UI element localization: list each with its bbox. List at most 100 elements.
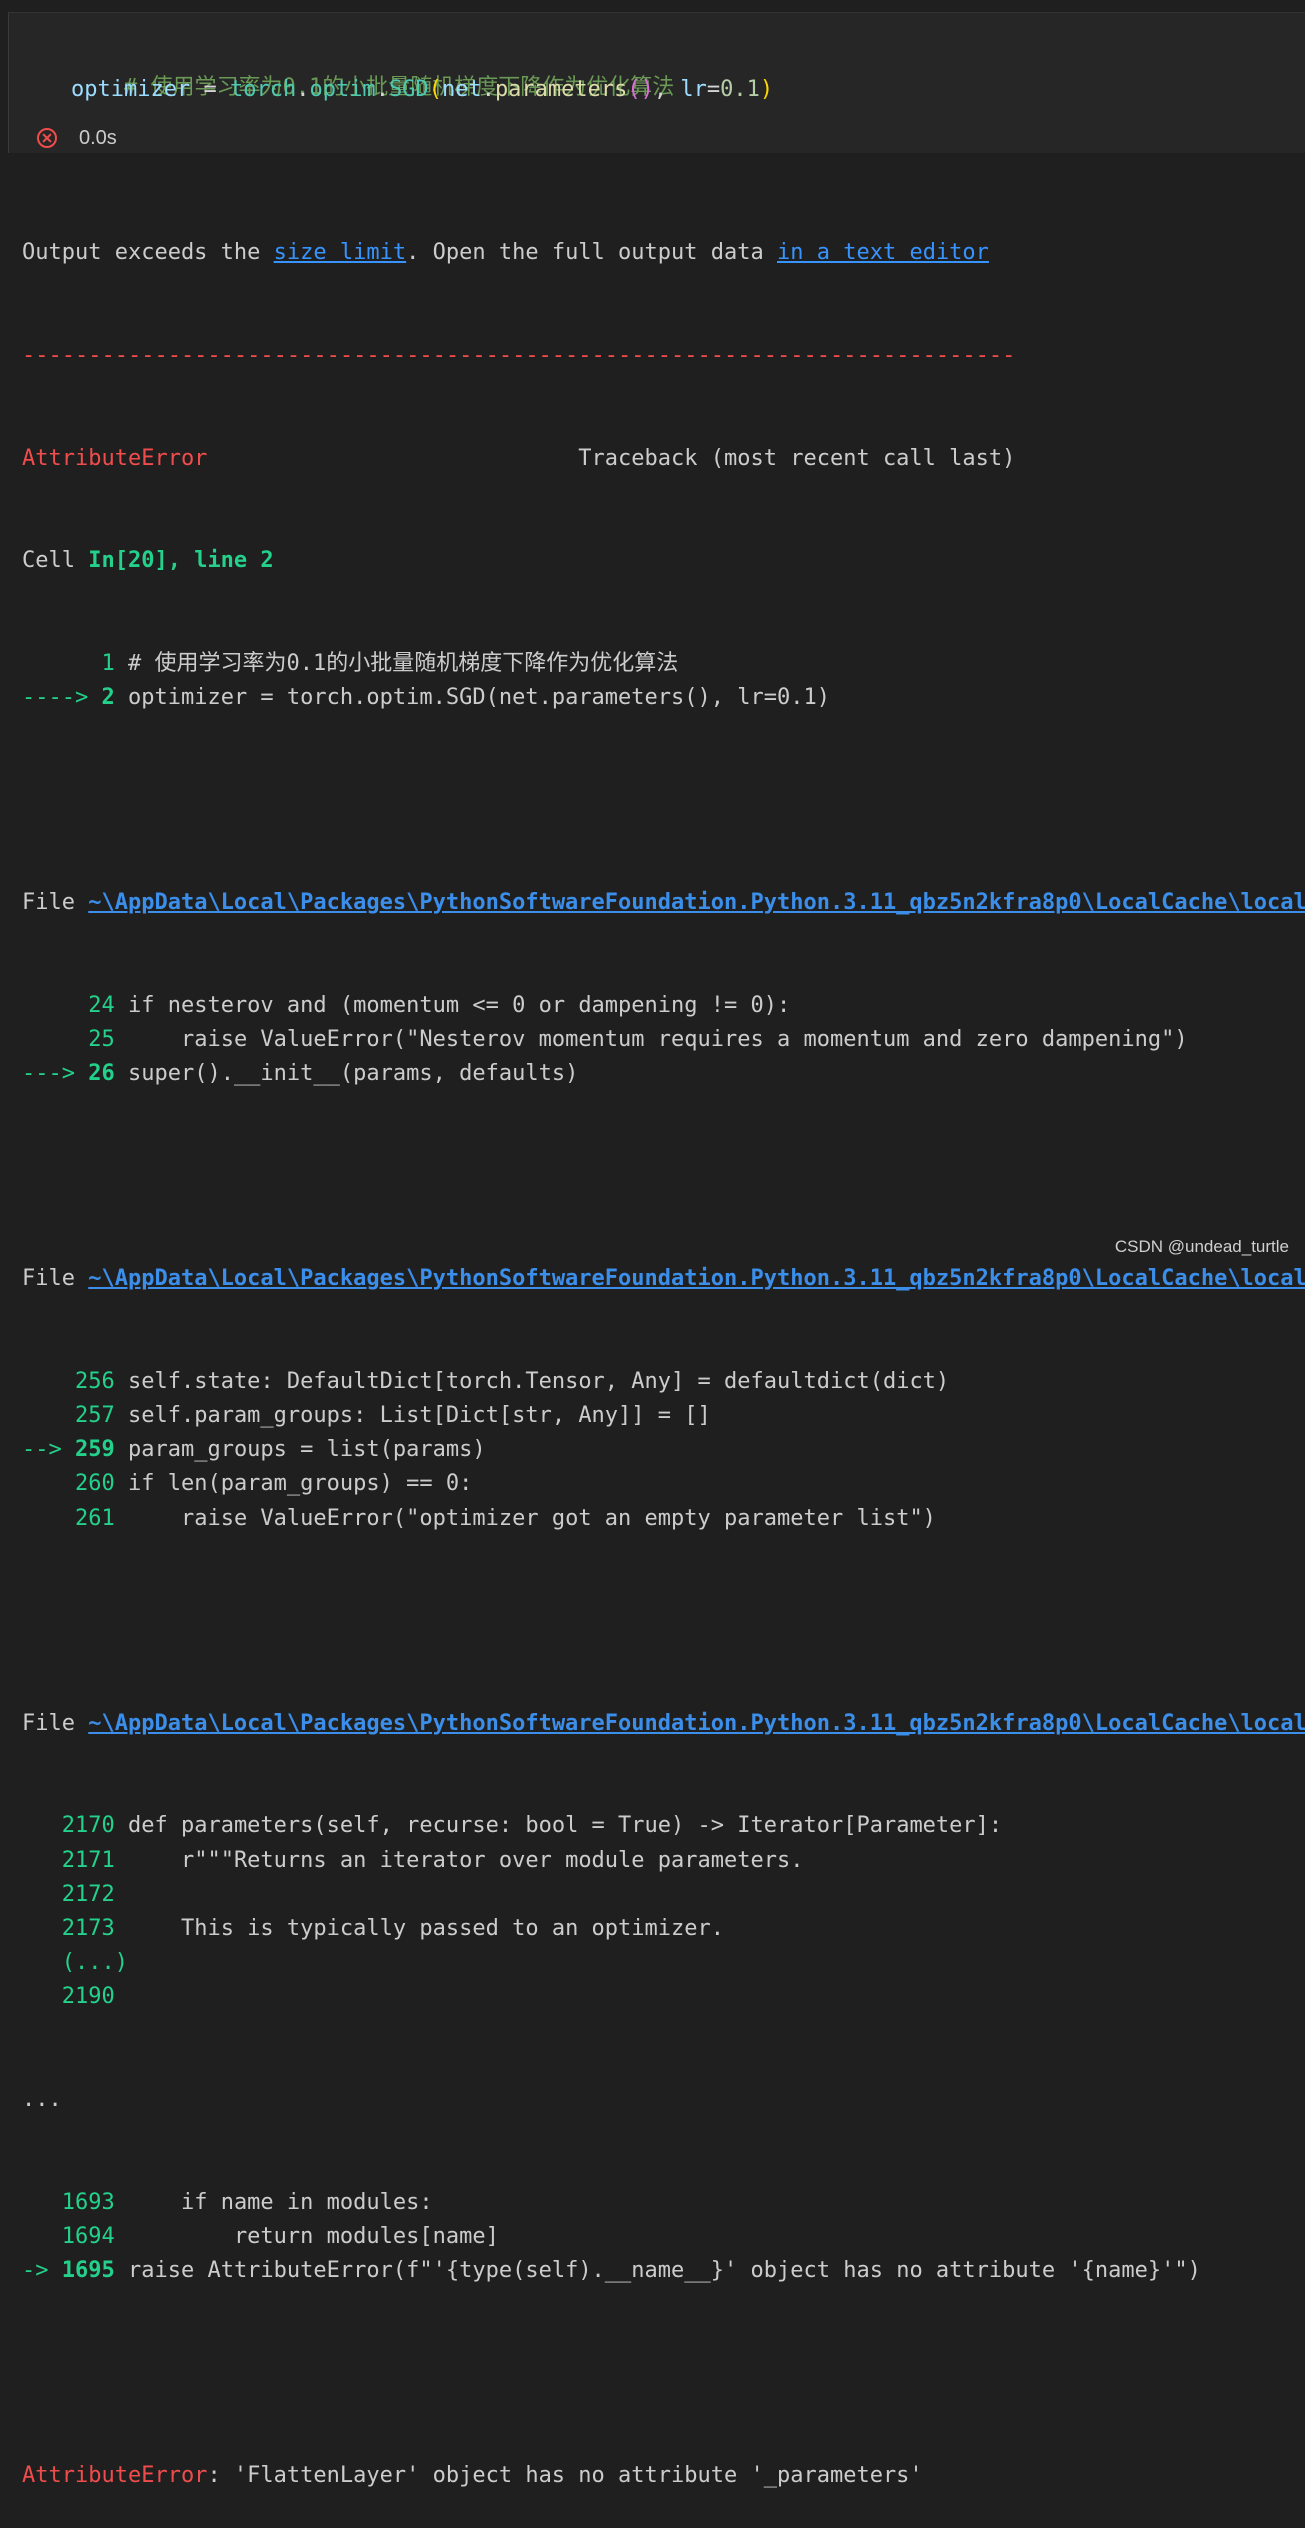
traceback-line: --> 259 param_groups = list(params) (22, 1433, 1305, 1467)
traceback-line: 25 raise ValueError("Nesterov momentum r… (22, 1023, 1305, 1057)
file-prefix: File (22, 890, 89, 916)
cell-status-row: 0.0s (37, 121, 117, 155)
error-circle-icon[interactable] (37, 128, 57, 148)
code-token-kw: lr (680, 77, 707, 102)
output-size-notice: Output exceeds the size limit. Open the … (22, 236, 1305, 270)
traceback-line: 2172 (22, 1878, 1305, 1912)
code-token-obj: net (441, 77, 482, 102)
traceback-code: raise AttributeError(f"'{type(self).__na… (114, 2257, 1201, 2283)
traceback-line: 256 self.state: DefaultDict[torch.Tensor… (22, 1365, 1305, 1399)
file-path-link[interactable]: ~\AppData\Local\Packages\PythonSoftwareF… (88, 1711, 1305, 1736)
notice-mid: . Open the full output data (406, 240, 777, 266)
traceback-line-number: 2172 (61, 1881, 115, 1907)
traceback-line-number: 1694 (61, 2223, 115, 2249)
traceback-code: raise ValueError("Nesterov momentum requ… (114, 1026, 1188, 1052)
traceback-block-1: 1 # 使用学习率为0.1的小批量随机梯度下降作为优化算法 ----> 2 opt… (22, 647, 1305, 715)
code-line-2[interactable]: optimizer = torch.optim.SGD(net.paramete… (71, 73, 773, 107)
traceback-marker (22, 1403, 75, 1428)
traceback-line-number: 2170 (61, 1813, 115, 1839)
traceback-line: 1693 if name in modules: (22, 2186, 1305, 2220)
traceback-marker (22, 1950, 62, 1975)
traceback-marker (22, 1369, 75, 1394)
traceback-code: super().__init__(params, defaults) (114, 1061, 579, 1087)
final-error-message: : 'FlattenLayer' object has no attribute… (207, 2463, 923, 2489)
traceback-line: -> 1695 raise AttributeError(f"'{type(se… (22, 2254, 1305, 2288)
file-prefix: File (22, 1710, 89, 1736)
file-path-link[interactable]: ~\AppData\Local\Packages\PythonSoftwareF… (88, 1266, 1305, 1291)
traceback-header: AttributeError Traceback (most recent ca… (22, 442, 1305, 476)
traceback-marker (22, 1916, 62, 1941)
traceback-line: 24 if nesterov and (momentum <= 0 or dam… (22, 989, 1305, 1023)
cell-prefix: Cell (22, 548, 89, 574)
code-token-method: parameters (494, 77, 628, 102)
traceback-line-number: 26 (88, 1061, 115, 1087)
traceback-code: if len(param_groups) == 0: (114, 1471, 473, 1497)
code-token-mod2: optim (309, 77, 376, 102)
traceback-line: 1 # 使用学习率为0.1的小批量随机梯度下降作为优化算法 (22, 647, 1305, 681)
traceback-marker (22, 1027, 88, 1052)
code-token-var: optimizer (71, 77, 191, 102)
error-name: AttributeError (22, 445, 208, 471)
traceback-line-number: 256 (74, 1368, 115, 1394)
code-token-cls: SGD (388, 77, 429, 102)
traceback-code: if nesterov and (momentum <= 0 or dampen… (114, 992, 791, 1018)
traceback-code: if name in modules: (114, 2189, 433, 2215)
traceback-ellipsis: ... (22, 2086, 62, 2112)
traceback-code: raise ValueError("optimizer got an empty… (114, 1505, 936, 1531)
traceback-code: self.param_groups: List[Dict[str, Any]] … (114, 1403, 711, 1429)
traceback-line-number: 1 (101, 650, 115, 676)
traceback-line-number: 2 (101, 684, 115, 710)
size-limit-link[interactable]: size limit (274, 240, 406, 265)
file-path-link[interactable]: ~\AppData\Local\Packages\PythonSoftwareF… (88, 890, 1305, 915)
traceback-marker (22, 2224, 62, 2249)
traceback-code: param_groups = list(params) (114, 1437, 486, 1463)
traceback-marker (22, 651, 101, 676)
traceback-line: 1694 return modules[name] (22, 2220, 1305, 2254)
traceback-line-number: 261 (74, 1505, 115, 1531)
traceback-line-number: 2190 (61, 1984, 115, 2010)
traceback-marker (22, 993, 88, 1018)
traceback-line-number: 257 (74, 1403, 115, 1429)
file-ref-1: File ~\AppData\Local\Packages\PythonSoft… (22, 886, 1305, 920)
traceback-line-number: 259 (74, 1437, 115, 1463)
cell-output: Output exceeds the size limit. Open the … (22, 168, 1305, 2528)
traceback-marker (22, 1506, 75, 1531)
watermark: CSDN @undead_turtle (1114, 1237, 1289, 1256)
file-ref-2: File ~\AppData\Local\Packages\PythonSoft… (22, 1262, 1305, 1296)
code-token-dot1: . (296, 77, 310, 102)
code-token-sep: , (653, 77, 681, 102)
traceback-code: This is typically passed to an optimizer… (114, 1916, 725, 1941)
traceback-marker: ----> (22, 684, 102, 710)
traceback-line-number: 24 (88, 992, 115, 1018)
traceback-marker (22, 1471, 75, 1496)
traceback-block-3: 256 self.state: DefaultDict[torch.Tensor… (22, 1365, 1305, 1536)
final-error-name: AttributeError (22, 2463, 208, 2489)
traceback-marker (22, 1882, 62, 1907)
code-cell-input[interactable]: # 使用学习率为0.1的小批量随机梯度下降作为优化算法 optimizer = … (8, 12, 1305, 153)
traceback-marker (22, 2190, 62, 2215)
traceback-dashes: ----------------------------------------… (22, 343, 1016, 368)
traceback-line-number: 260 (74, 1471, 115, 1497)
traceback-line: (...) (22, 1946, 1305, 1980)
traceback-code: # 使用学习率为0.1的小批量随机梯度下降作为优化算法 (114, 650, 679, 676)
traceback-line-number: (...) (61, 1950, 128, 1976)
traceback-line: 2173 This is typically passed to an opti… (22, 1912, 1305, 1946)
traceback-title: Traceback (most recent call last) (207, 445, 1016, 471)
code-token-kweq: = (706, 77, 721, 102)
traceback-code: r"""Returns an iterator over module para… (114, 1847, 804, 1873)
traceback-code: self.state: DefaultDict[torch.Tensor, An… (114, 1368, 950, 1394)
code-token-eq: = (190, 77, 230, 102)
traceback-line-number: 25 (88, 1026, 115, 1052)
traceback-line: 2171 r"""Returns an iterator over module… (22, 1844, 1305, 1878)
cell-reference: Cell In[20], line 2 (22, 544, 1305, 578)
file-ref-3: File ~\AppData\Local\Packages\PythonSoft… (22, 1707, 1305, 1741)
traceback-block-5: 1693 if name in modules: 1694 return mod… (22, 2186, 1305, 2289)
traceback-block-4: 2170 def parameters(self, recurse: bool … (22, 1809, 1305, 2014)
traceback-line-number: 1695 (61, 2257, 115, 2283)
final-error: AttributeError: 'FlattenLayer' object ha… (22, 2459, 1305, 2493)
open-in-text-editor-link[interactable]: in a text editor (777, 240, 989, 265)
code-token-paren-close: ) (759, 77, 774, 102)
